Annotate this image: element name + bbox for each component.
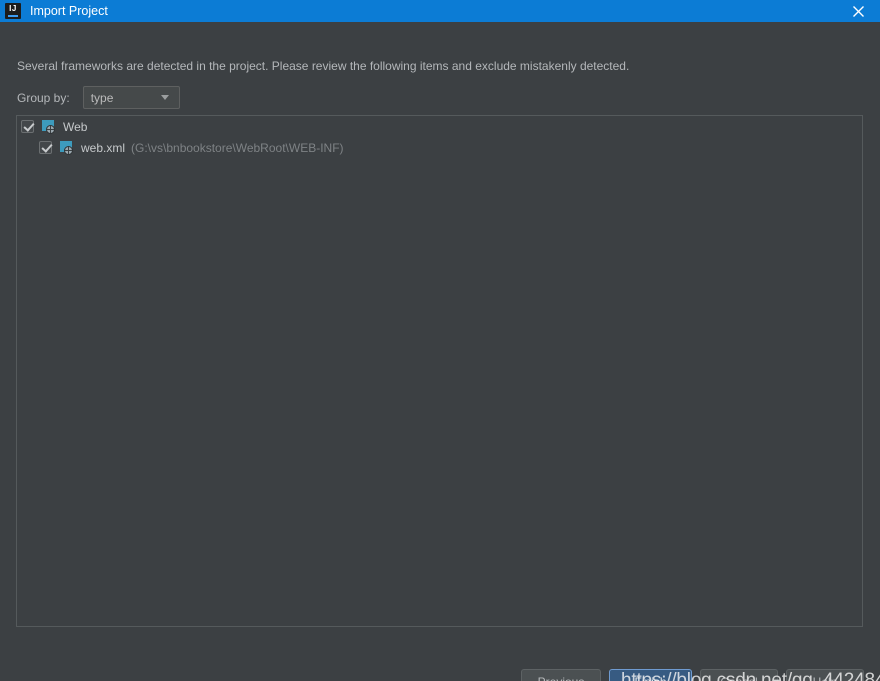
web-module-icon bbox=[41, 120, 55, 134]
group-by-row: Group by: type bbox=[17, 86, 180, 109]
checkbox-web[interactable] bbox=[21, 120, 34, 133]
tree-row[interactable]: Web bbox=[17, 116, 862, 137]
help-button[interactable]: Help bbox=[786, 669, 864, 681]
web-descriptor-icon bbox=[59, 141, 73, 155]
finish-button[interactable]: Finish bbox=[609, 669, 692, 681]
group-by-label: Group by: bbox=[17, 90, 70, 105]
cancel-button[interactable]: Cancel bbox=[700, 669, 778, 681]
checkbox-web-xml[interactable] bbox=[39, 141, 52, 154]
window-title: Import Project bbox=[30, 4, 108, 18]
instruction-text: Several frameworks are detected in the p… bbox=[17, 59, 630, 73]
intellij-idea-icon-bar bbox=[8, 15, 18, 17]
dialog-titlebar: IJ Import Project bbox=[0, 0, 880, 22]
tree-row[interactable]: web.xml (G:\vs\bnbookstore\WebRoot\WEB-I… bbox=[17, 137, 862, 158]
tree-node-path: (G:\vs\bnbookstore\WebRoot\WEB-INF) bbox=[131, 140, 344, 155]
group-by-select[interactable]: type bbox=[82, 86, 180, 109]
intellij-idea-icon-letters: IJ bbox=[9, 4, 17, 13]
group-by-value: type bbox=[90, 90, 114, 105]
previous-button[interactable]: Previous bbox=[521, 669, 601, 681]
chevron-down-icon bbox=[160, 95, 169, 100]
frameworks-tree-panel[interactable]: Web web.xml (G:\vs\bnbookstore\WebRoot\W… bbox=[16, 115, 863, 627]
dialog-content: Several frameworks are detected in the p… bbox=[0, 22, 880, 681]
tree-node-label: web.xml bbox=[81, 140, 126, 155]
intellij-idea-icon: IJ bbox=[5, 3, 21, 19]
dialog-button-bar: Previous Finish Cancel Help bbox=[0, 669, 880, 681]
close-icon[interactable] bbox=[836, 0, 880, 22]
tree-node-label: Web bbox=[63, 119, 88, 134]
